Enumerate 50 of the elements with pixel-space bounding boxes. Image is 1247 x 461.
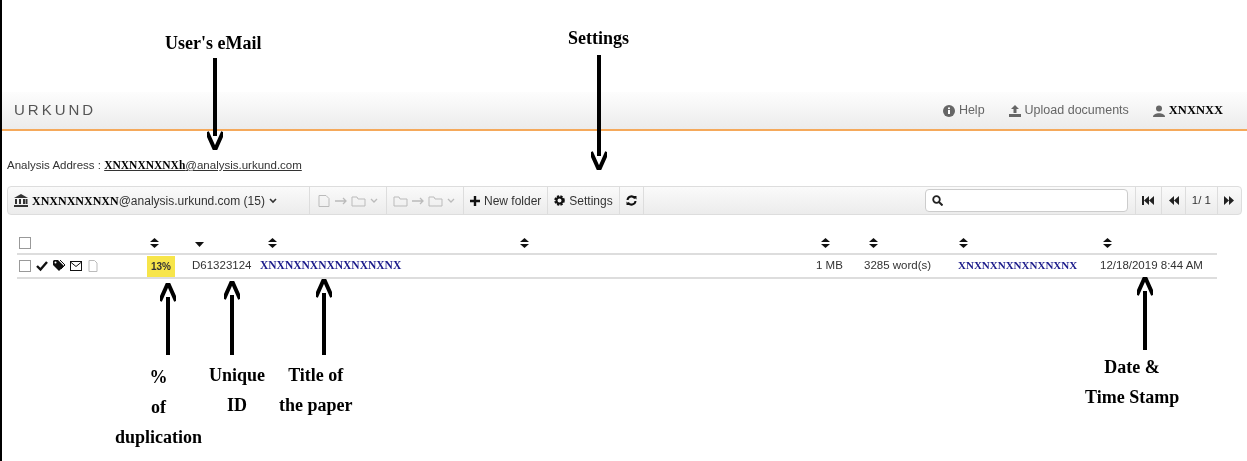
fast-forward-icon: [1224, 195, 1235, 206]
sort-icon[interactable]: [520, 238, 529, 248]
row-checkbox[interactable]: [19, 260, 31, 272]
tags-icon[interactable]: [53, 260, 65, 272]
word-count: 3285 word(s): [864, 259, 932, 272]
annotation-label: % of duplication: [115, 366, 203, 449]
arrow: [160, 283, 176, 355]
user-menu[interactable]: XNXNXX: [1152, 101, 1223, 120]
annotation-label: Settings: [568, 27, 629, 50]
file-size: 1 MB: [816, 259, 843, 272]
new-folder-button[interactable]: New folder: [464, 187, 549, 214]
user-icon: [1152, 104, 1165, 117]
search-field[interactable]: [924, 189, 1128, 212]
account-dropdown[interactable]: XNXNXNXNXN@analysis.urkund.com (15): [8, 187, 310, 214]
sort-icon[interactable]: [959, 238, 968, 248]
similarity-badge[interactable]: 13%: [147, 255, 175, 277]
document-id: D61323124: [192, 259, 252, 272]
move-to-folder-icon: [316, 194, 380, 207]
sort-icon[interactable]: [150, 238, 159, 248]
sort-icon[interactable]: [869, 238, 878, 248]
sort-icon[interactable]: [1103, 238, 1112, 248]
settings-icon: [554, 195, 566, 206]
plus-icon: [470, 195, 480, 206]
check-icon[interactable]: [36, 260, 48, 272]
caret-icon: [268, 197, 277, 204]
refresh-icon: [625, 195, 637, 206]
header-link[interactable]: Help: [942, 101, 985, 120]
logo[interactable]: URKUND: [10, 99, 97, 122]
annotation-label: User's eMail: [165, 32, 262, 55]
sort-icon[interactable]: [821, 238, 830, 248]
sender-email[interactable]: XNXNXNXNXNXNXNX: [958, 259, 1078, 272]
document-title[interactable]: XNXNXNXNXNXNXNXNX: [260, 259, 402, 272]
skip-back-icon: [1141, 195, 1155, 206]
header-link[interactable]: Upload documents: [1008, 101, 1129, 120]
analysis-address: Analysis Address : XNXNXNXNXh@analysis.urkund.com: [7, 158, 302, 173]
rewind-icon: [1167, 195, 1179, 206]
annotation-label: Date & Time Stamp: [1085, 356, 1180, 409]
sort-icon[interactable]: [268, 238, 277, 248]
envelope-icon[interactable]: [70, 260, 82, 272]
submitted-date: 12/18/2019 8:44 AM: [1100, 259, 1203, 272]
settings-button[interactable]: Settings: [548, 187, 620, 214]
annotation-label: Title of the paper: [279, 364, 353, 417]
info-icon: [942, 104, 955, 117]
annotation-label: Unique ID: [209, 364, 266, 417]
move-to-folder-icon: [393, 194, 457, 207]
select-all-checkbox[interactable]: [19, 237, 31, 249]
upload-icon: [1008, 104, 1021, 117]
page-indicator: 1/ 1: [1184, 187, 1217, 214]
bank-icon: [14, 194, 28, 207]
search-icon: [931, 195, 943, 206]
